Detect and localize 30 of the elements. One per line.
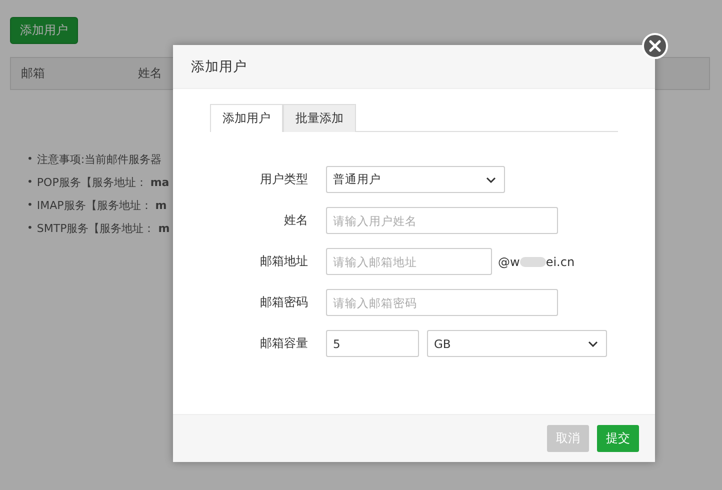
field-label: 邮箱密码: [259, 294, 308, 311]
column-header: 邮箱: [21, 65, 46, 82]
bullet: •: [27, 176, 33, 190]
tab[interactable]: 批量添加: [283, 104, 356, 132]
field-label: 姓名: [283, 212, 308, 229]
chevron-icon: [588, 340, 598, 346]
unit-select[interactable]: GB: [427, 330, 607, 357]
dialog-title: 添加用户: [191, 58, 247, 76]
field-label: 用户类型: [259, 171, 308, 188]
bullet: •: [27, 222, 33, 236]
column-header: 姓名: [138, 65, 162, 82]
field-label: 邮箱地址: [259, 253, 308, 270]
field-label: 邮箱容量: [259, 335, 308, 352]
bullet: •: [27, 152, 33, 166]
note-item: IMAP服务【服务地址： m: [36, 198, 167, 214]
input-field[interactable]: 请输入邮箱密码: [326, 289, 558, 316]
tab[interactable]: 添加用户: [210, 104, 283, 132]
input-field[interactable]: 5: [326, 330, 419, 357]
close-icon[interactable]: [642, 33, 668, 59]
redaction-mark: [520, 256, 546, 266]
chevron-icon: [486, 176, 496, 182]
note-item: SMTP服务【服务地址： m: [36, 220, 170, 236]
user-type-select[interactable]: 普通用户: [326, 166, 505, 193]
note-item: 注意事项:当前邮件服务器: [36, 152, 162, 168]
input-field[interactable]: 请输入用户姓名: [326, 207, 558, 234]
note-item: POP服务【服务地址： ma: [36, 174, 170, 190]
bullet: •: [27, 198, 33, 212]
input-field[interactable]: 请输入邮箱地址: [326, 248, 492, 275]
domain-text: @w: [498, 254, 520, 268]
domain-text: ei.cn: [546, 254, 575, 268]
